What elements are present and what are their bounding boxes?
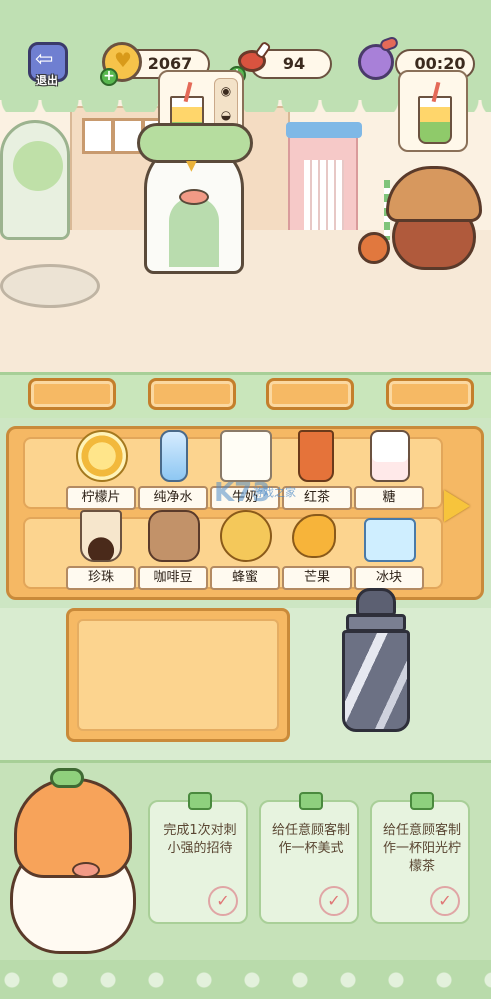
black-tea-icon (298, 430, 334, 482)
next-page-arrow-icon[interactable] (440, 486, 474, 526)
serving-slot[interactable] (386, 378, 474, 410)
ice-cube-icon (364, 518, 416, 562)
serving-slot[interactable] (266, 378, 354, 410)
ingredient-label: 冰块 (354, 566, 424, 590)
coffee-bean-sack-icon (148, 510, 200, 562)
add-coins-button[interactable]: + (100, 68, 118, 86)
exit-label: 退出 (36, 74, 58, 87)
shaker-body (342, 630, 410, 732)
check-icon: ✓ (430, 886, 460, 916)
task-text: 给任意顾客制作一杯阳光柠檬茶 (382, 823, 461, 874)
ingredient-coffee-bean[interactable]: 咖啡豆 (138, 510, 208, 592)
fountain-base (0, 264, 100, 308)
timer-bird-icon (352, 35, 402, 84)
serving-slot[interactable] (28, 378, 116, 410)
chick-beak (72, 862, 100, 878)
milk-jug-icon (220, 430, 272, 482)
lemon-icon: ◉ (220, 84, 232, 98)
ingredient-mango[interactable]: 芒果 (282, 510, 352, 592)
duck-leaf-hair (137, 123, 253, 163)
order-bubble-right[interactable] (398, 70, 468, 152)
clip-icon (299, 792, 323, 810)
ingredient-label: 纯净水 (138, 486, 208, 510)
background-shop (286, 122, 362, 236)
shop-door (304, 160, 344, 232)
bottom-decor-strip (0, 960, 491, 999)
ingredient-label: 咖啡豆 (138, 566, 208, 590)
chick-mascot (6, 768, 140, 958)
pearl-cup-icon (80, 510, 122, 562)
ingredient-pearl[interactable]: 珍珠 (66, 510, 136, 592)
statue-leaf (13, 141, 63, 191)
basketball-icon (358, 232, 390, 264)
ingredient-lemon-slice[interactable]: 柠檬片 (66, 430, 136, 512)
task-text: 完成1次对刺小强的招待 (163, 823, 237, 856)
shaker-cap (356, 588, 396, 616)
tray-inner (77, 619, 279, 731)
task-card[interactable]: 给任意顾客制作一杯阳光柠檬茶 ✓ (370, 792, 470, 924)
preparation-tray[interactable] (66, 608, 290, 742)
fountain-statue (0, 120, 70, 240)
sunshine-lemon-tea-icon (418, 96, 452, 144)
ingredient-label: 珍珠 (66, 566, 136, 590)
task-card[interactable]: 给任意顾客制作一杯美式 ✓ (259, 792, 359, 924)
clip-icon (188, 792, 212, 810)
task-text: 给任意顾客制作一杯美式 (271, 823, 350, 856)
ingredient-label: 柠檬片 (66, 486, 136, 510)
sugar-jar-icon (370, 430, 410, 482)
honey-jar-icon (220, 510, 272, 562)
cocktail-shaker[interactable] (340, 588, 412, 736)
ingredient-label: 糖 (354, 486, 424, 510)
task-card[interactable]: 完成1次对刺小强的招待 ✓ (148, 792, 248, 924)
bear-hat (386, 166, 482, 222)
ingredient-water[interactable]: 纯净水 (138, 430, 208, 512)
ingredient-ice[interactable]: 冰块 (354, 510, 424, 592)
ingredient-honey[interactable]: 蜂蜜 (210, 510, 280, 592)
mango-icon (292, 514, 336, 558)
bear-customer[interactable] (358, 166, 488, 272)
water-bottle-icon (160, 430, 188, 482)
chick-orange-hood (14, 778, 132, 878)
lemon-slice-icon (76, 430, 128, 482)
selected-indicator-icon: ▼ (186, 158, 197, 174)
ingredient-label: 蜂蜜 (210, 566, 280, 590)
ingredient-sugar[interactable]: 糖 (354, 430, 424, 512)
chick-leaf-stem (50, 768, 84, 788)
clip-icon (410, 792, 434, 810)
serving-slot[interactable] (148, 378, 236, 410)
ingredient-label: 芒果 (282, 566, 352, 590)
watermark-text: 游戏之家 (252, 486, 296, 499)
check-icon: ✓ (208, 886, 238, 916)
timer-bird-wing (378, 35, 400, 53)
duck-beak (179, 189, 209, 205)
back-arrow-icon: ⇦ (35, 47, 54, 72)
check-icon: ✓ (319, 886, 349, 916)
duck-belly (169, 197, 219, 267)
shop-roof (286, 122, 362, 138)
